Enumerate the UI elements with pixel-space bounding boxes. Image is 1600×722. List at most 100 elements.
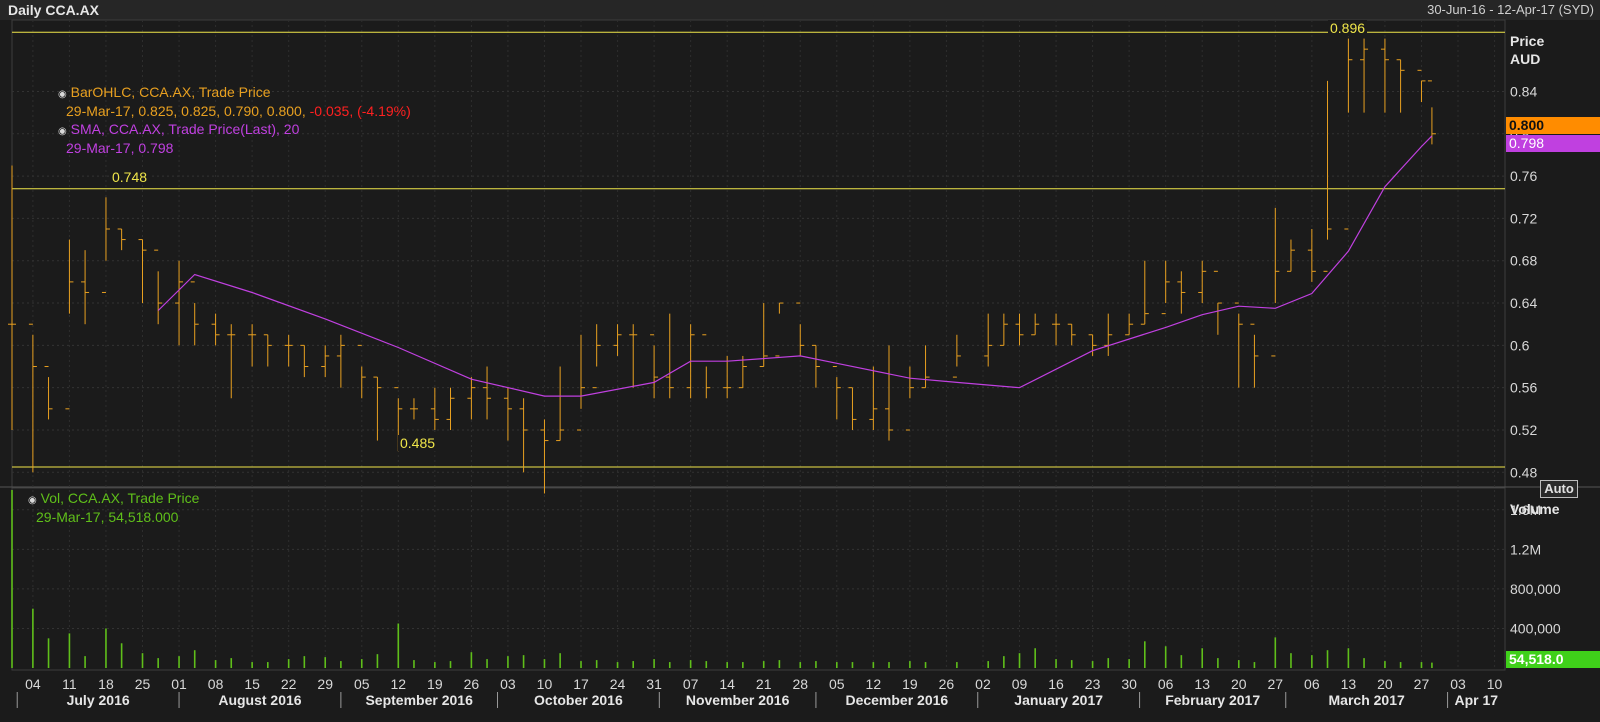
last-price-tag: 0.800	[1506, 117, 1600, 134]
level-low-label[interactable]: 0.485	[398, 435, 438, 451]
volume-bar	[1164, 646, 1167, 668]
level-mid-label[interactable]: 0.748	[110, 169, 150, 185]
vol-legend-icon[interactable]: ◉	[28, 495, 37, 506]
volume-tick-label: 1.2M	[1510, 541, 1541, 557]
month-label: August 2016	[218, 692, 301, 708]
last-volume-tag: 54,518.0	[1506, 651, 1600, 668]
day-tick-label: 13	[1341, 676, 1357, 692]
volume-bar	[705, 661, 708, 668]
volume-bar	[595, 660, 598, 668]
volume-bar	[141, 653, 144, 668]
volume-bar	[762, 661, 765, 668]
month-label: January 2017	[1014, 692, 1103, 708]
volume-bar	[726, 662, 728, 668]
month-label: December 2016	[845, 692, 948, 708]
volume-bar	[1201, 648, 1204, 668]
volume-panel	[11, 487, 1506, 671]
volume-bar	[1055, 659, 1057, 668]
volume-bar	[1217, 658, 1219, 668]
volume-bar	[376, 654, 379, 668]
volume-bar	[1070, 660, 1073, 668]
volume-bar	[1384, 661, 1386, 668]
volume-bar	[1274, 637, 1277, 668]
ohlc-change-text: -0.035, (-4.19%)	[309, 103, 411, 119]
volume-bar	[689, 660, 692, 668]
volume-bar	[1128, 659, 1130, 668]
day-tick-label: 19	[427, 676, 443, 692]
volume-bar	[413, 660, 415, 668]
ohlc-values: 29-Mar-17, 0.825, 0.825, 0.790, 0.800, -…	[66, 103, 411, 119]
ohlc-legend-icon[interactable]: ◉	[58, 89, 67, 100]
day-tick-label: 26	[464, 676, 480, 692]
day-tick-label: 13	[1194, 676, 1210, 692]
level-high-label[interactable]: 0.896	[1328, 20, 1368, 36]
volume-bar	[1399, 662, 1402, 668]
volume-bar	[924, 662, 927, 668]
volume-bar	[543, 659, 546, 668]
day-tick-label: 27	[1268, 676, 1284, 692]
volume-bar	[872, 662, 875, 668]
day-tick-label: 10	[1487, 676, 1503, 692]
day-tick-label: 20	[1377, 676, 1393, 692]
month-label: March 2017	[1329, 692, 1405, 708]
day-tick-label: 07	[683, 676, 699, 692]
price-tick-label: 0.52	[1510, 422, 1537, 438]
volume-bar	[799, 662, 802, 668]
volume-bar	[1034, 648, 1036, 668]
volume-bar	[580, 661, 582, 668]
ohlc-values-text: 29-Mar-17, 0.825, 0.825, 0.790, 0.800,	[66, 103, 306, 119]
volume-bar	[668, 662, 671, 668]
sma-legend-title: SMA, CCA.AX, Trade Price(Last), 20	[70, 121, 300, 137]
day-tick-label: 12	[866, 676, 882, 692]
volume-bar	[157, 658, 159, 668]
ohlc-legend[interactable]: ◉ BarOHLC, CCA.AX, Trade Price	[58, 84, 271, 100]
volume-bar	[434, 662, 436, 668]
volume-bar	[1363, 658, 1365, 668]
sma-legend-icon[interactable]: ◉	[58, 126, 67, 137]
volume-bar	[1290, 653, 1292, 668]
volume-bar	[84, 656, 86, 668]
day-tick-label: 25	[135, 676, 151, 692]
day-tick-label: 05	[354, 676, 370, 692]
volume-bar	[1091, 661, 1094, 668]
volume-bar	[522, 655, 525, 668]
vol-legend[interactable]: ◉ Vol, CCA.AX, Trade Price	[28, 490, 199, 506]
day-tick-label: 04	[25, 676, 41, 692]
volume-bar	[1431, 662, 1433, 668]
volume-bar	[287, 659, 290, 668]
day-tick-label: 27	[1414, 676, 1430, 692]
day-tick-label: 03	[500, 676, 516, 692]
day-tick-label: 17	[573, 676, 589, 692]
day-tick-label: 06	[1158, 676, 1174, 692]
price-axis-label: Price	[1510, 33, 1544, 49]
volume-bar	[1311, 655, 1313, 668]
volume-bar	[120, 643, 123, 668]
day-tick-label: 31	[646, 676, 662, 692]
day-tick-label: 09	[1012, 676, 1028, 692]
month-label: September 2016	[365, 692, 473, 708]
volume-bar	[778, 660, 781, 668]
price-tick-label: 0.76	[1510, 168, 1537, 184]
day-tick-label: 12	[391, 676, 407, 692]
volume-bar	[68, 633, 71, 668]
month-label: Apr 17	[1454, 692, 1498, 708]
volume-bar	[1180, 655, 1183, 668]
volume-bar	[851, 662, 854, 668]
volume-bar	[1107, 658, 1110, 668]
auto-scale-button[interactable]: Auto	[1540, 480, 1578, 498]
volume-bar	[1237, 660, 1240, 668]
volume-bar	[193, 650, 196, 668]
volume-bar	[1326, 650, 1329, 668]
price-tick-label: 0.84	[1510, 83, 1537, 99]
vol-value: 29-Mar-17, 54,518.000	[36, 509, 179, 525]
volume-bar	[616, 662, 619, 668]
day-tick-label: 22	[281, 676, 297, 692]
day-tick-label: 21	[756, 676, 772, 692]
volume-bar	[251, 662, 253, 668]
volume-bar	[909, 661, 911, 668]
day-tick-label: 29	[317, 676, 333, 692]
volume-bar	[559, 653, 561, 668]
sma-legend[interactable]: ◉ SMA, CCA.AX, Trade Price(Last), 20	[58, 121, 299, 137]
volume-bar	[507, 656, 509, 668]
day-tick-label: 08	[208, 676, 224, 692]
